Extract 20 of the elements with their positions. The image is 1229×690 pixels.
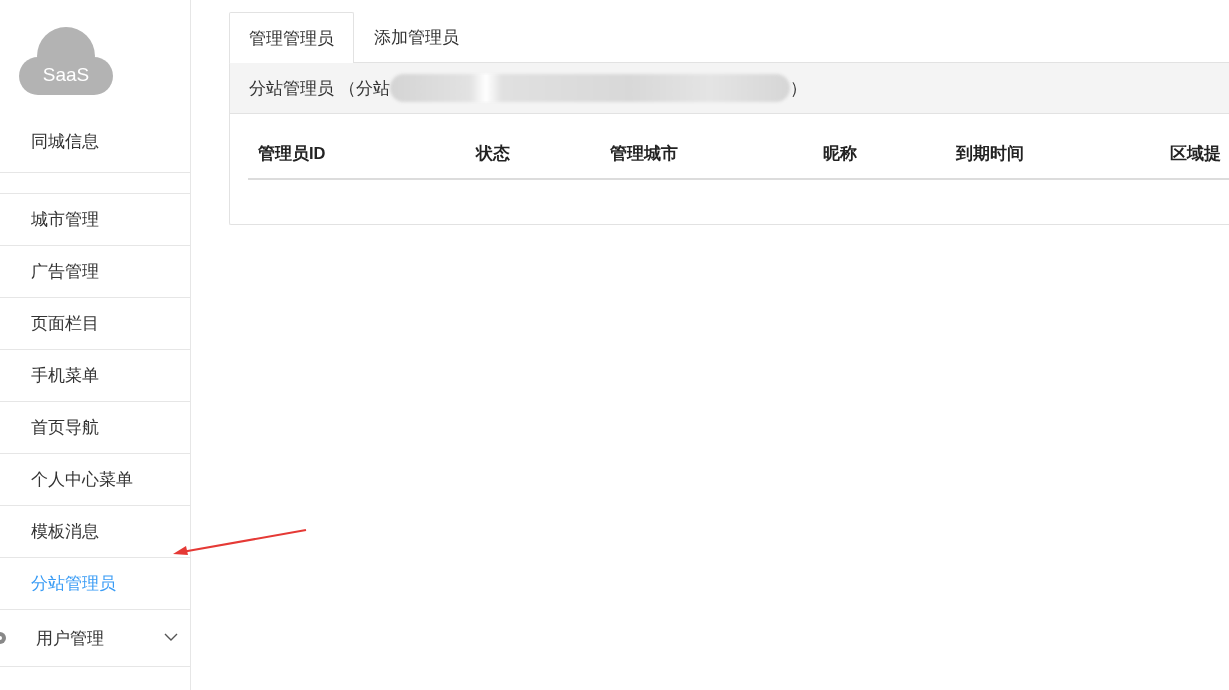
tab[interactable]: 添加管理员 <box>354 11 479 62</box>
column-header: 昵称 <box>813 130 946 179</box>
sidebar-group[interactable]: 用户管理 <box>0 610 190 667</box>
panel-title-end: ） <box>789 77 807 100</box>
chevron-icon <box>164 632 178 642</box>
column-header: 管理城市 <box>600 130 813 179</box>
sidebar-item[interactable]: 手机菜单 <box>0 350 190 402</box>
sidebar-item[interactable]: 城市管理 <box>0 194 190 246</box>
tab[interactable]: 管理管理员 <box>229 12 354 63</box>
sidebar-item[interactable]: 同城信息 <box>31 130 99 153</box>
sidebar-item[interactable]: 首页导航 <box>0 402 190 454</box>
sidebar-item[interactable]: 页面栏目 <box>0 298 190 350</box>
column-header: 状态 <box>466 130 601 179</box>
sidebar-item[interactable]: 广告管理 <box>0 246 190 298</box>
column-header: 管理员ID <box>248 130 467 179</box>
column-header: 到期时间 <box>945 130 1160 179</box>
sidebar-item[interactable]: 个人中心菜单 <box>0 454 190 506</box>
logo-text: SaaS <box>42 64 90 85</box>
panel-title: 分站管理员 （分站 <box>249 77 390 100</box>
column-header: 区域提 <box>1159 130 1229 179</box>
